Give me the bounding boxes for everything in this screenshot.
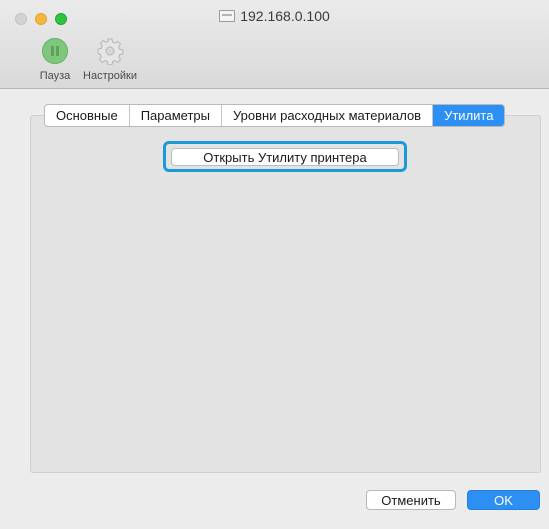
tab-bar: Основные Параметры Уровни расходных мате… xyxy=(44,104,506,127)
tab-supply-levels[interactable]: Уровни расходных материалов xyxy=(222,105,434,126)
pause-label: Пауза xyxy=(39,70,71,82)
tab-options[interactable]: Параметры xyxy=(130,105,222,126)
cancel-button[interactable]: Отменить xyxy=(366,490,456,510)
pause-icon xyxy=(42,38,68,64)
ok-button[interactable]: OK xyxy=(467,490,540,510)
pause-button[interactable]: Пауза xyxy=(38,38,72,82)
printer-icon xyxy=(219,10,236,23)
tab-general[interactable]: Основные xyxy=(45,105,130,126)
printer-window: 192.168.0.100 Пауза Настройки Основные П… xyxy=(0,0,549,529)
settings-label: Настройки xyxy=(83,70,137,82)
tab-utility[interactable]: Утилита xyxy=(433,105,505,126)
settings-button[interactable]: Настройки xyxy=(78,38,142,82)
window-title-text: 192.168.0.100 xyxy=(240,8,330,24)
window-title: 192.168.0.100 xyxy=(0,8,549,24)
title-bar: 192.168.0.100 Пауза Настройки xyxy=(0,0,549,89)
open-printer-utility-button[interactable]: Открыть Утилиту принтера xyxy=(171,148,399,166)
gear-icon xyxy=(97,38,124,65)
